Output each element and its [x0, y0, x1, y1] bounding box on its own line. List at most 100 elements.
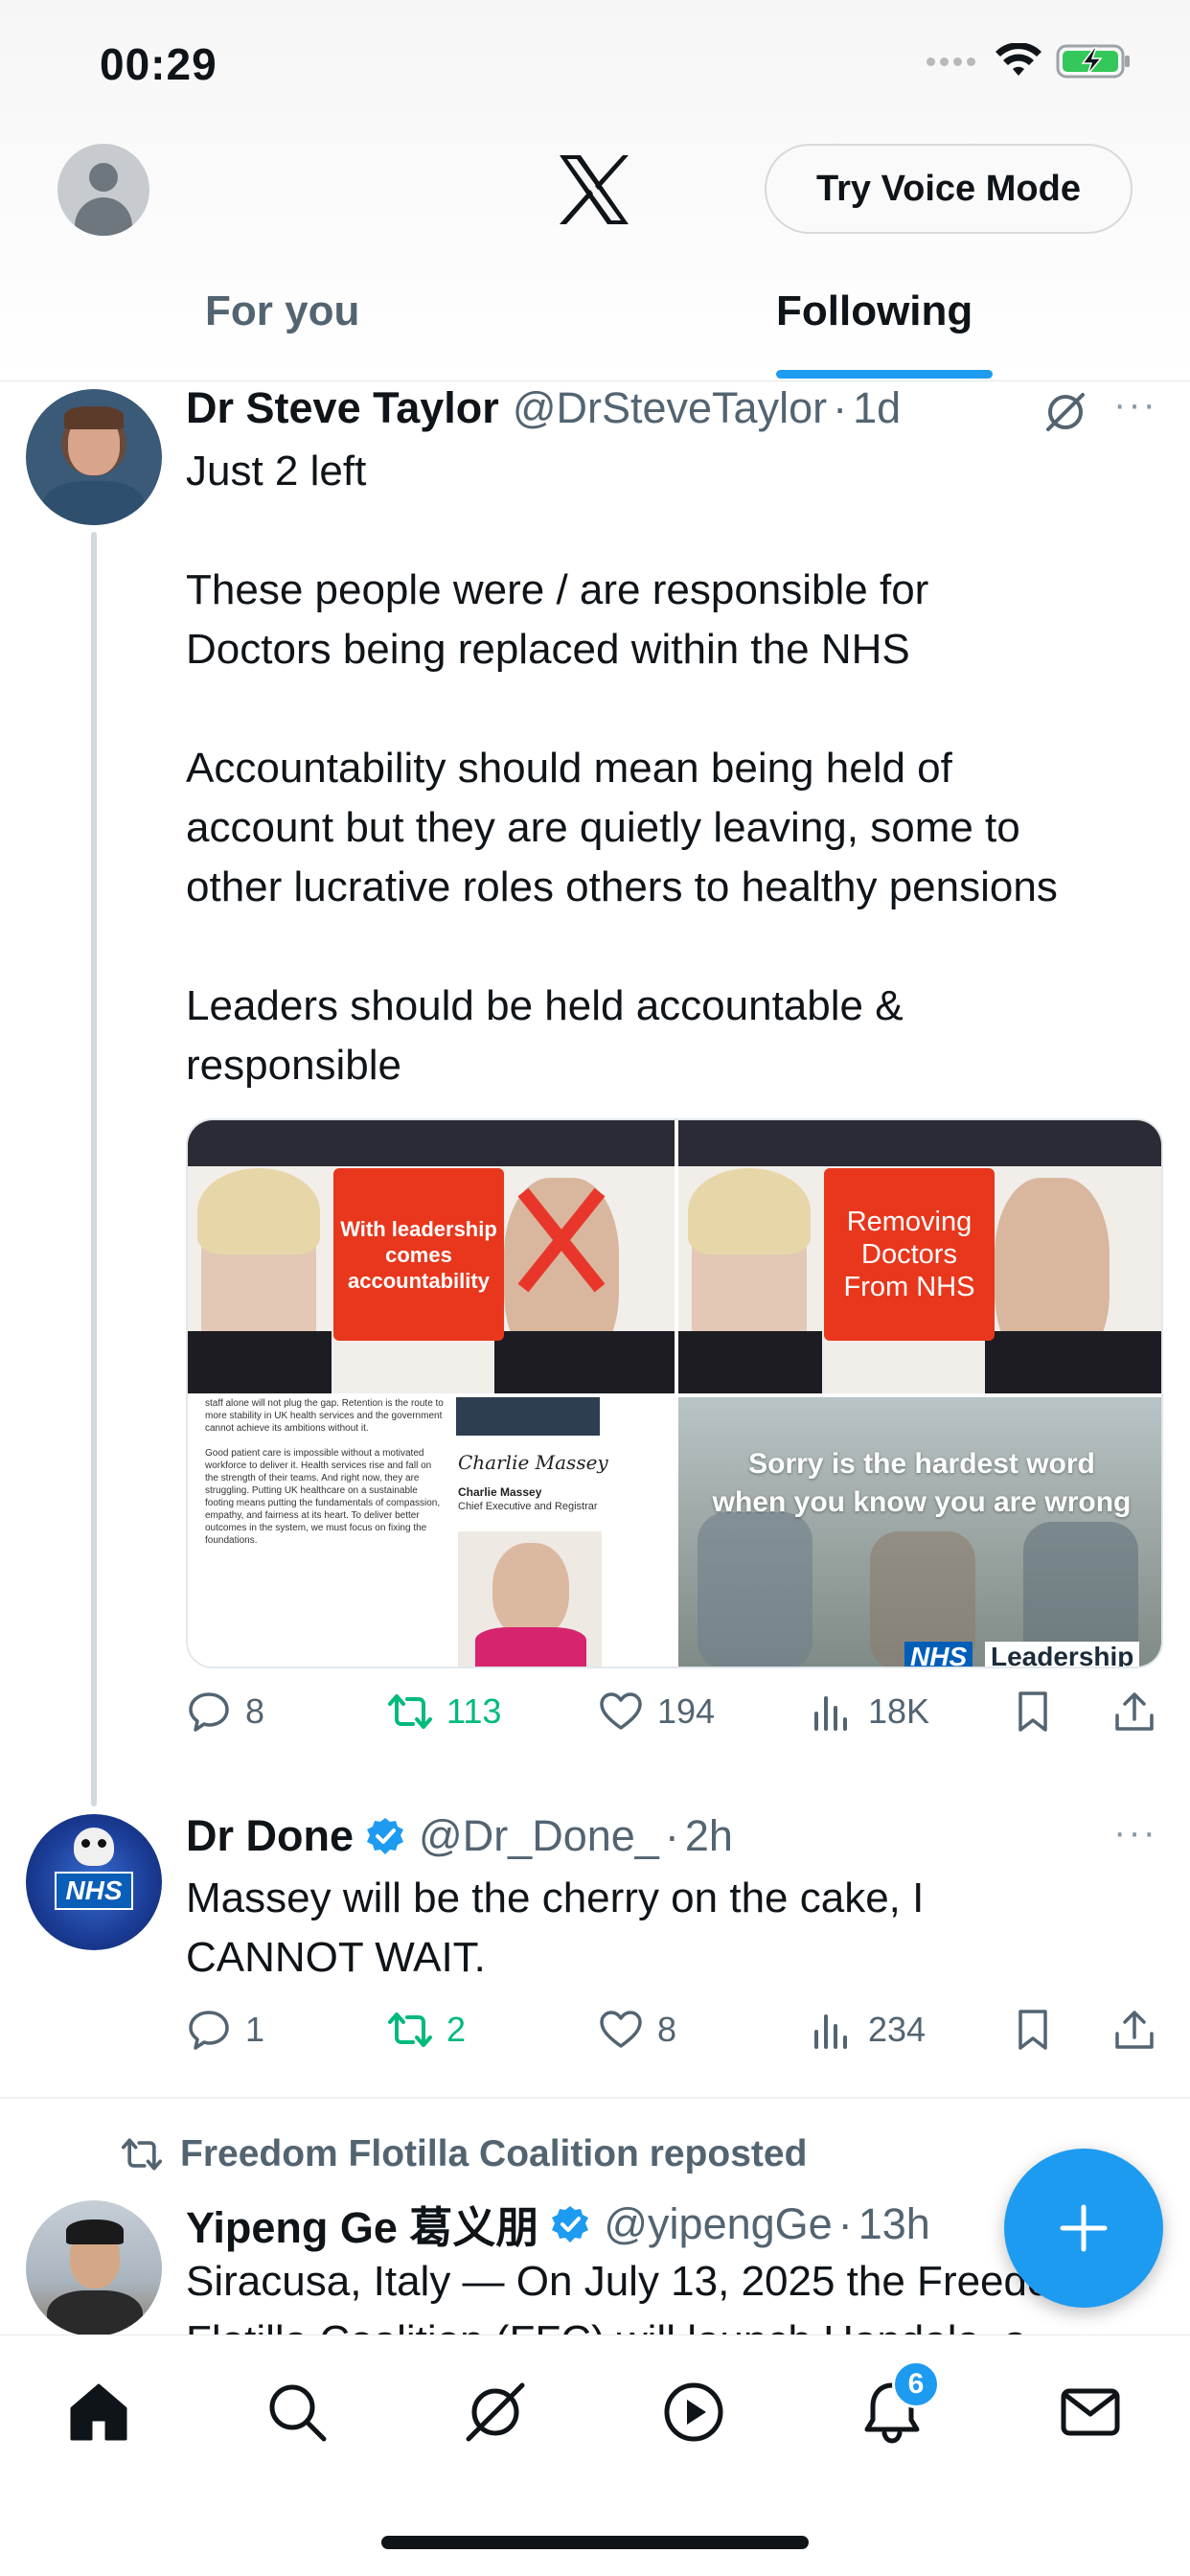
grok-icon — [466, 2382, 525, 2442]
media-signature: Charlie Massey — [458, 1451, 608, 1474]
like-button[interactable]: 8 — [598, 2007, 676, 2053]
like-count: 194 — [657, 1691, 716, 1731]
reply-button[interactable]: 1 — [186, 2007, 264, 2053]
more-options-icon[interactable]: ··· — [1113, 1811, 1157, 1854]
repost-icon — [121, 2138, 163, 2171]
author-handle[interactable]: @DrSteveTaylor — [513, 383, 827, 433]
media-image-1[interactable]: With leadership comes accountability — [188, 1120, 675, 1393]
repost-count: 2 — [446, 2010, 467, 2049]
reply-button[interactable]: 8 — [186, 1689, 264, 1735]
tweet-author-avatar[interactable] — [26, 389, 162, 525]
avatar-nhs-text: NHS — [55, 1872, 133, 1910]
nav-video[interactable] — [655, 2374, 732, 2450]
repost-icon — [388, 1694, 432, 1729]
repost-context[interactable]: Freedom Flotilla Coalition reposted — [121, 2133, 807, 2175]
media-caption: Sorry is the hardest word when you know … — [712, 1448, 1132, 1518]
views-icon — [814, 2014, 847, 2049]
more-options-icon[interactable]: ··· — [1113, 383, 1157, 426]
try-voice-mode-button[interactable]: Try Voice Mode — [765, 144, 1133, 234]
reply-icon — [189, 2011, 229, 2050]
bookmark-button[interactable] — [1010, 1689, 1056, 1735]
bookmark-button[interactable] — [1010, 2007, 1056, 2053]
author-handle[interactable]: @Dr_Done_ — [419, 1811, 659, 1861]
reply-count: 8 — [245, 1691, 265, 1731]
tweet-author-avatar[interactable] — [26, 2200, 162, 2336]
nhs-leadership-text: Leadership — [985, 1642, 1140, 1667]
reply-icon — [189, 1692, 229, 1732]
tweet-author-avatar[interactable]: NHS — [26, 1814, 162, 1950]
messages-icon — [1061, 2388, 1120, 2436]
nav-search[interactable] — [259, 2374, 335, 2450]
tweet-header: Dr Steve Taylor @DrSteveTaylor · 1d — [186, 383, 902, 433]
views-count: 18K — [868, 1691, 930, 1731]
bookmark-icon — [1018, 2010, 1047, 2050]
grok-icon[interactable] — [1042, 389, 1088, 435]
author-handle[interactable]: @yipengGe — [604, 2199, 832, 2249]
share-button[interactable] — [1111, 1689, 1157, 1735]
tweet-time: 13h — [858, 2198, 930, 2248]
tweet-text: Just 2 left These people were / are resp… — [186, 448, 1058, 1089]
tweet-header: Dr Done @Dr_Done_ · 2h — [186, 1811, 733, 1861]
reply-count: 1 — [245, 2010, 265, 2049]
author-name[interactable]: Dr Steve Taylor — [186, 383, 499, 433]
tab-for-you[interactable]: For you — [205, 288, 359, 335]
tweet-time: 2h — [684, 1811, 733, 1860]
notification-count-badge: 6 — [892, 2360, 940, 2408]
tweet-divider — [0, 2097, 1190, 2099]
active-tab-indicator — [776, 370, 993, 379]
views-button[interactable]: 234 — [809, 2007, 926, 2053]
repost-button[interactable]: 113 — [387, 1689, 501, 1735]
repost-count: 113 — [446, 1691, 502, 1731]
media-letter-text: staff alone will not plug the gap. Reten… — [205, 1398, 444, 1546]
repost-button[interactable]: 2 — [387, 2007, 466, 2053]
media-badge-1: With leadership comes accountability — [333, 1168, 504, 1341]
nav-home[interactable] — [60, 2374, 137, 2450]
home-indicator — [381, 2536, 809, 2549]
media-image-4[interactable]: Sorry is the hardest word when you know … — [678, 1397, 1161, 1667]
bookmark-icon — [1018, 1691, 1047, 1732]
tweet-media-grid[interactable]: With leadership comes accountability Rem… — [186, 1118, 1163, 1668]
cellular-dots-icon — [927, 57, 975, 66]
status-time: 00:29 — [100, 39, 217, 89]
repost-context-text: Freedom Flotilla Coalition reposted — [180, 2133, 808, 2174]
tweet-time: 1d — [853, 383, 902, 432]
profile-avatar[interactable] — [57, 144, 149, 236]
x-logo-icon — [560, 155, 629, 224]
heart-icon — [600, 2011, 642, 2048]
nav-notifications[interactable]: 6 — [854, 2360, 940, 2450]
tweet-actions: 8 113 194 18K — [186, 1689, 1163, 1746]
media-badge-2: Removing Doctors From NHS — [824, 1168, 995, 1341]
views-count: 234 — [868, 2010, 927, 2049]
thread-connector — [91, 532, 97, 1806]
views-icon — [814, 1696, 847, 1731]
nhs-logo: NHS — [904, 1642, 973, 1667]
media-image-2[interactable]: Removing Doctors From NHS — [678, 1120, 1161, 1393]
repost-icon — [388, 2012, 432, 2047]
tweet-actions: 1 2 8 234 — [186, 2007, 1163, 2064]
verified-badge-icon — [367, 1818, 404, 1854]
nav-messages[interactable] — [1052, 2374, 1129, 2450]
nav-grok[interactable] — [457, 2374, 534, 2450]
tweet-text: Massey will be the cherry on the cake, I… — [186, 1874, 925, 1981]
heart-icon — [600, 1692, 642, 1730]
wifi-icon — [995, 43, 1041, 76]
home-icon — [70, 2383, 127, 2441]
like-button[interactable]: 194 — [598, 1689, 715, 1735]
views-button[interactable]: 18K — [809, 1689, 929, 1735]
search-icon — [269, 2384, 327, 2442]
media-image-3[interactable]: staff alone will not plug the gap. Reten… — [188, 1397, 675, 1667]
author-name[interactable]: Dr Done — [186, 1811, 354, 1861]
share-button[interactable] — [1111, 2007, 1157, 2053]
tab-following[interactable]: Following — [776, 288, 973, 335]
plus-icon — [1060, 2204, 1108, 2252]
compose-button[interactable] — [1004, 2149, 1163, 2308]
media-sig-name: Charlie Massey — [458, 1485, 542, 1499]
author-name[interactable]: Yipeng Ge 葛义朋 — [186, 2193, 538, 2255]
media-sig-title: Chief Executive and Registrar — [458, 1501, 598, 1512]
share-icon — [1115, 1692, 1154, 1731]
like-count: 8 — [657, 2010, 677, 2049]
tweet-header: Yipeng Ge 葛义朋 @yipengGe · 13h — [186, 2193, 930, 2255]
verified-badge-icon — [552, 2205, 589, 2242]
battery-charging-icon — [1056, 44, 1130, 79]
video-icon — [664, 2382, 723, 2442]
